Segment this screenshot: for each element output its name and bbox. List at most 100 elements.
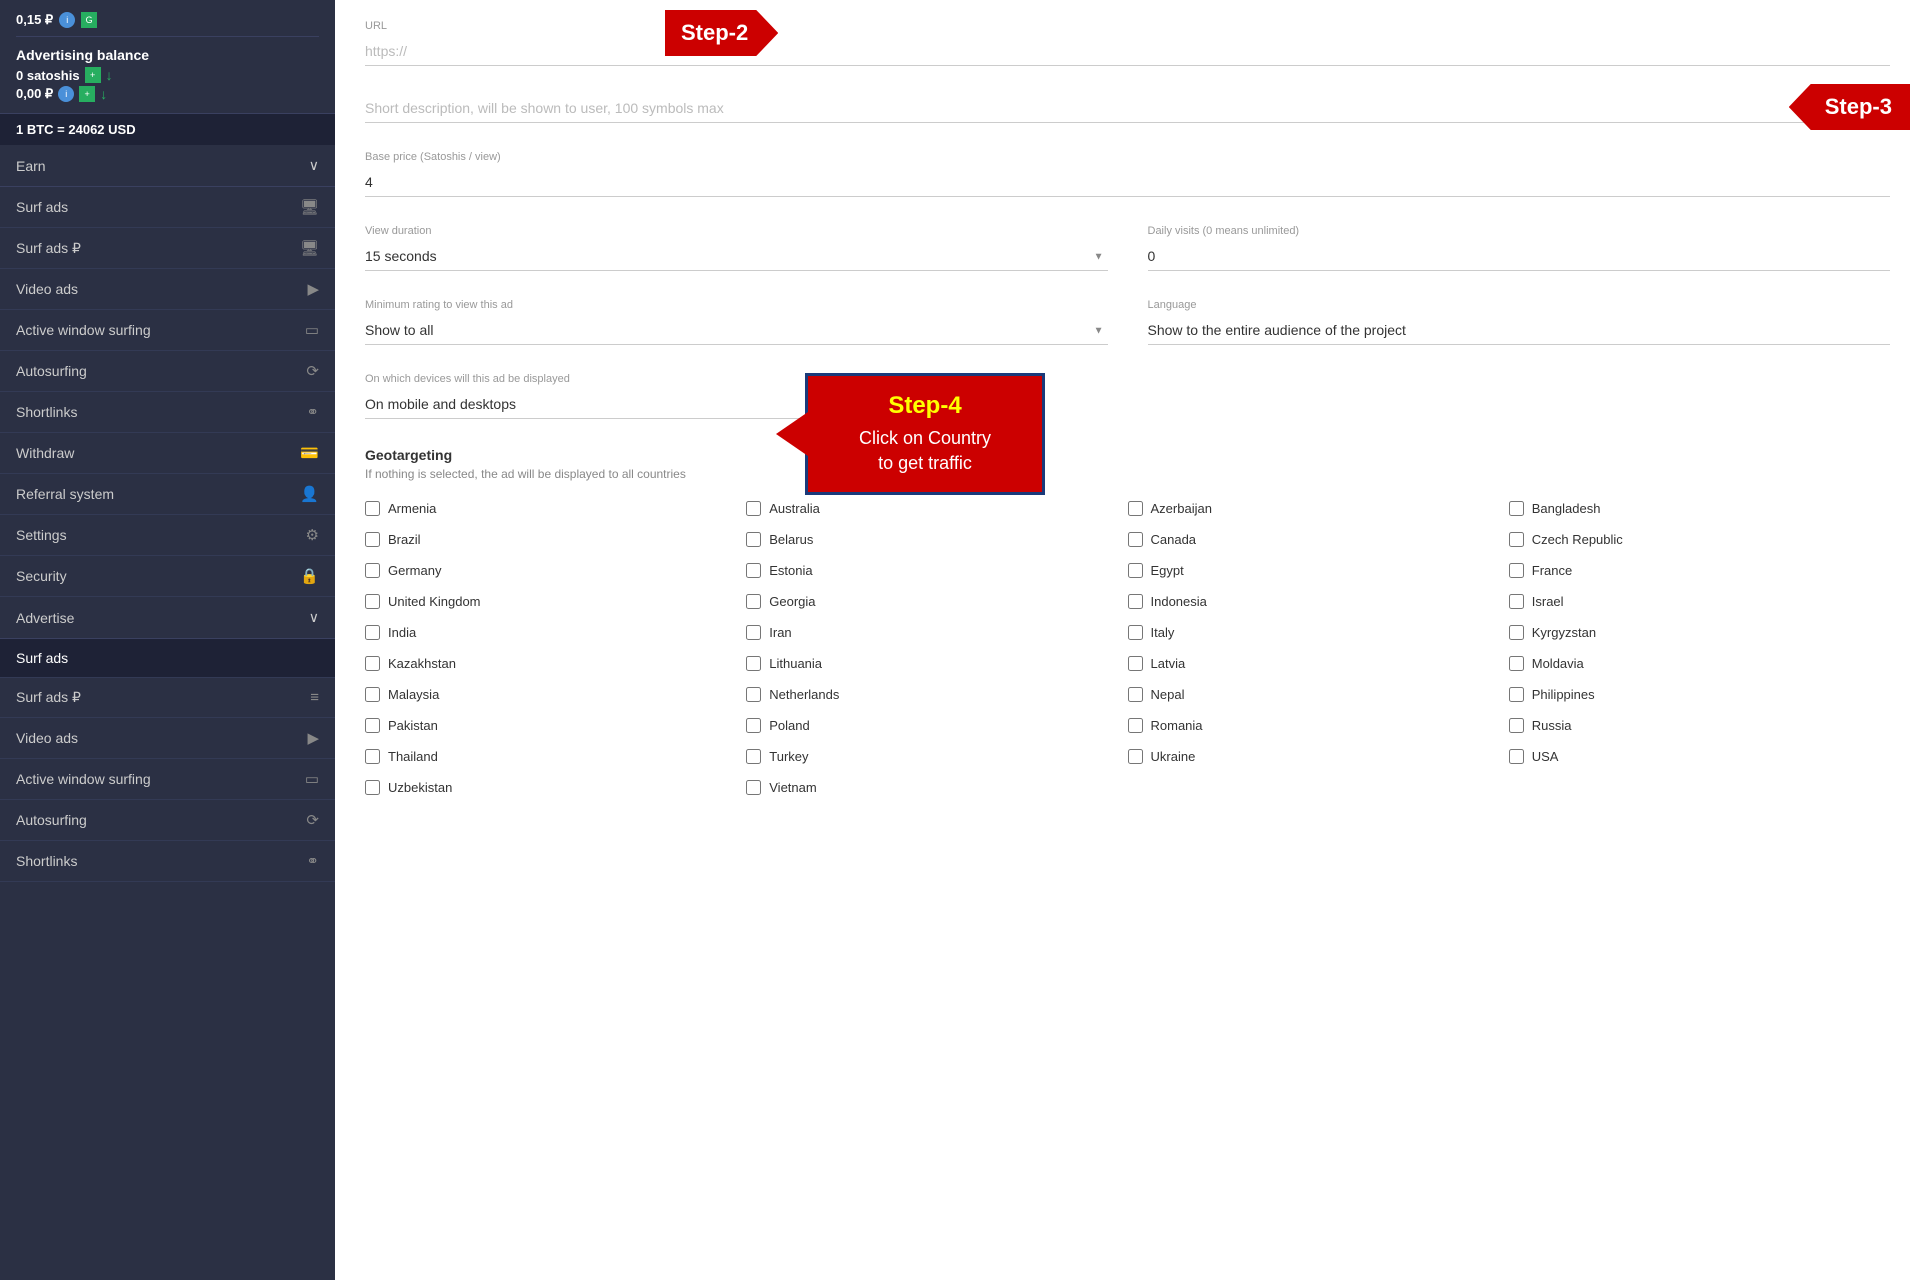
url-input[interactable] (365, 37, 1890, 66)
country-label: Romania (1151, 718, 1203, 733)
view-duration-select[interactable]: 15 seconds 30 seconds 60 seconds (365, 242, 1108, 271)
country-checkbox[interactable] (1128, 656, 1143, 671)
satoshi-arrow-icon[interactable]: ↓ (106, 67, 113, 83)
adv-balance-title: Advertising balance (16, 47, 319, 63)
country-checkbox[interactable] (365, 687, 380, 702)
country-checkbox[interactable] (746, 780, 761, 795)
country-label: Lithuania (769, 656, 822, 671)
country-checkbox[interactable] (1509, 501, 1524, 516)
min-rating-select[interactable]: Show to all (365, 316, 1108, 345)
sidebar-item-active-window2[interactable]: Active window surfing ▭ (0, 759, 335, 800)
view-duration-select-wrapper: 15 seconds 30 seconds 60 seconds (365, 242, 1108, 271)
list-item: Armenia (365, 497, 746, 520)
country-checkbox[interactable] (1128, 563, 1143, 578)
country-checkbox[interactable] (1128, 594, 1143, 609)
country-label: United Kingdom (388, 594, 481, 609)
sidebar-item-autosurfing2[interactable]: Autosurfing ⟳ (0, 800, 335, 841)
country-checkbox[interactable] (1128, 687, 1143, 702)
referral-label: Referral system (16, 486, 114, 502)
country-checkbox[interactable] (365, 501, 380, 516)
earn-group-header[interactable]: Earn ∨ (0, 145, 335, 187)
daily-visits-input[interactable] (1148, 242, 1891, 271)
language-col: Language Show to the entire audience of … (1148, 299, 1891, 345)
country-checkbox[interactable] (1509, 594, 1524, 609)
country-checkbox[interactable] (365, 594, 380, 609)
country-checkbox[interactable] (1128, 532, 1143, 547)
sidebar: 0,15 ₽ i G Advertising balance 0 satoshi… (0, 0, 335, 1280)
sidebar-item-security[interactable]: Security 🔒 (0, 556, 335, 597)
sidebar-item-settings[interactable]: Settings ⚙ (0, 515, 335, 556)
country-checkbox[interactable] (746, 501, 761, 516)
country-checkbox[interactable] (365, 780, 380, 795)
country-checkbox[interactable] (1509, 687, 1524, 702)
country-checkbox[interactable] (365, 563, 380, 578)
sidebar-item-surf-ads-rub[interactable]: Surf ads ₽ 🖥 (0, 228, 335, 269)
country-checkbox[interactable] (1509, 749, 1524, 764)
desc-input[interactable] (365, 94, 1890, 123)
country-checkbox[interactable] (1509, 532, 1524, 547)
country-checkbox[interactable] (746, 532, 761, 547)
country-checkbox[interactable] (365, 656, 380, 671)
advertise-group-header[interactable]: Advertise ∨ (0, 597, 335, 639)
advertise-label: Advertise (16, 610, 74, 626)
info-icon[interactable]: i (59, 12, 75, 28)
country-label: Kyrgyzstan (1532, 625, 1596, 640)
daily-visits-label: Daily visits (0 means unlimited) (1148, 225, 1891, 237)
sidebar-item-referral[interactable]: Referral system 👤 (0, 474, 335, 515)
country-checkbox[interactable] (746, 594, 761, 609)
country-checkbox[interactable] (1509, 718, 1524, 733)
country-checkbox[interactable] (365, 532, 380, 547)
surf-ads-active-row: Surf ads Step-1 (0, 639, 335, 678)
sidebar-item-shortlinks2[interactable]: Shortlinks ⚭ (0, 841, 335, 882)
min-rating-label: Minimum rating to view this ad (365, 299, 1108, 311)
country-checkbox[interactable] (1509, 625, 1524, 640)
sidebar-item-video-ads2[interactable]: Video ads ▶ (0, 718, 335, 759)
list-item: Kyrgyzstan (1509, 621, 1890, 644)
country-checkbox[interactable] (1509, 656, 1524, 671)
sidebar-item-shortlinks[interactable]: Shortlinks ⚭ (0, 392, 335, 433)
list-item: United Kingdom (365, 590, 746, 613)
country-checkbox[interactable] (365, 749, 380, 764)
country-checkbox[interactable] (365, 625, 380, 640)
geotargeting-title: Geotargeting (365, 447, 1890, 463)
active-window-label: Active window surfing (16, 322, 151, 338)
country-checkbox[interactable] (746, 563, 761, 578)
add-rub-icon[interactable]: + (79, 86, 95, 102)
country-checkbox[interactable] (365, 718, 380, 733)
country-checkbox[interactable] (1128, 501, 1143, 516)
country-checkbox[interactable] (1128, 749, 1143, 764)
view-duration-col: View duration 15 seconds 30 seconds 60 s… (365, 225, 1108, 271)
referral-icon: 👤 (300, 485, 319, 503)
country-checkbox[interactable] (1128, 625, 1143, 640)
sidebar-item-active-window-surfing[interactable]: Active window surfing ▭ (0, 310, 335, 351)
desc-section: Step-3 (365, 94, 1890, 123)
country-label: Egypt (1151, 563, 1184, 578)
monitor2-icon: 🖥 (300, 239, 319, 257)
list-item: Poland (746, 714, 1127, 737)
sidebar-item-video-ads[interactable]: Video ads ▶ (0, 269, 335, 310)
list-item (1509, 776, 1890, 799)
country-checkbox[interactable] (746, 718, 761, 733)
sidebar-item-surf-ads[interactable]: Surf ads 🖥 (0, 187, 335, 228)
sidebar-item-surf-ads-active[interactable]: Surf ads (0, 639, 335, 678)
country-checkbox[interactable] (746, 625, 761, 640)
add-satoshi-icon[interactable]: + (85, 67, 101, 83)
sidebar-item-withdraw[interactable]: Withdraw 💳 (0, 433, 335, 474)
country-checkbox[interactable] (746, 687, 761, 702)
surf-ads-rub2-label: Surf ads ₽ (16, 689, 81, 706)
rub-arrow-icon[interactable]: ↓ (100, 86, 107, 102)
country-checkbox[interactable] (746, 749, 761, 764)
country-checkbox[interactable] (1509, 563, 1524, 578)
sidebar-item-surf-ads-rub2[interactable]: Surf ads ₽ ≡ (0, 678, 335, 718)
sidebar-item-autosurfing[interactable]: Autosurfing ⟳ (0, 351, 335, 392)
main-content: URL Step-2 Step-3 Base price (Satoshis /… (335, 0, 1920, 1280)
g-icon[interactable]: G (81, 12, 97, 28)
step3-arrow: Step-3 (1789, 84, 1910, 130)
list-item: Israel (1509, 590, 1890, 613)
country-label: Pakistan (388, 718, 438, 733)
info-rub-icon[interactable]: i (58, 86, 74, 102)
daily-visits-col: Daily visits (0 means unlimited) (1148, 225, 1891, 271)
country-checkbox[interactable] (746, 656, 761, 671)
list-item: Italy (1128, 621, 1509, 644)
country-checkbox[interactable] (1128, 718, 1143, 733)
